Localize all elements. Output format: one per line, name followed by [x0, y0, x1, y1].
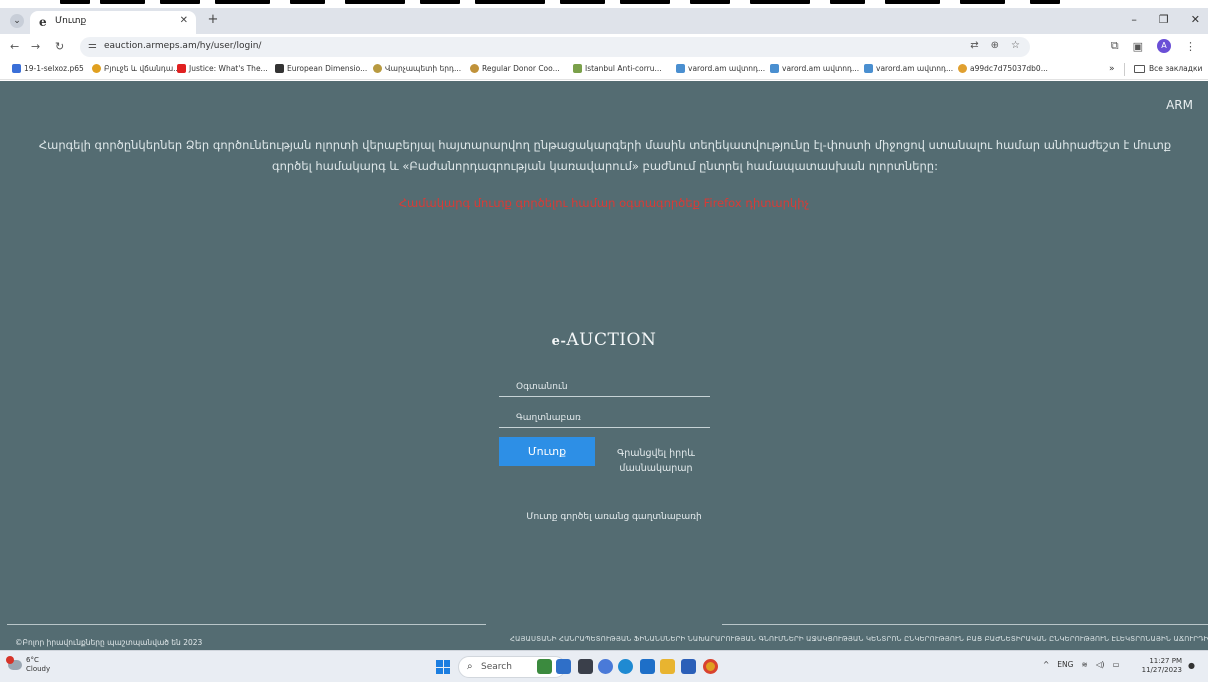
tab-title: Մուտք	[55, 16, 87, 26]
bookmark-item[interactable]: varord.am ավտոդ...	[864, 64, 953, 73]
address-bar: ← → ↻ ⚌ eauction.armeps.am/hy/user/login…	[0, 34, 1208, 60]
url-text[interactable]: eauction.armeps.am/hy/user/login/	[104, 41, 261, 51]
bookmark-favicon-icon	[373, 64, 382, 73]
bookmarks-divider	[1124, 63, 1125, 76]
bookmark-item[interactable]: Վարչապետի երդ...	[373, 64, 461, 73]
omnibox[interactable]: ⚌ eauction.armeps.am/hy/user/login/ ⇄ ⊕ …	[80, 37, 1030, 57]
reload-icon[interactable]: ↻	[55, 40, 64, 53]
taskbar-search-label: Search	[481, 662, 512, 672]
wifi-icon[interactable]: ≋	[1081, 660, 1087, 669]
new-tab-button[interactable]: +	[205, 13, 221, 29]
chevron-up-icon[interactable]: ^	[1043, 660, 1049, 669]
side-panel-icon[interactable]: ▣	[1133, 40, 1143, 53]
window-close-icon[interactable]: ✕	[1191, 13, 1200, 26]
language-switch[interactable]: ARM	[1166, 98, 1193, 112]
bookmark-favicon-icon	[12, 64, 21, 73]
window-controls: – ❐ ✕	[1131, 13, 1200, 26]
username-input[interactable]	[499, 376, 710, 398]
clock-time: 11:27 PM	[1149, 657, 1182, 665]
edge-icon[interactable]	[618, 659, 633, 674]
windows-start-icon[interactable]	[436, 660, 450, 674]
bookmark-item[interactable]: Istanbul Anti-corru...	[573, 64, 662, 73]
bookmark-favicon-icon	[864, 64, 873, 73]
register-link[interactable]: Գրանցվել իրրև մասնակարար	[612, 446, 700, 476]
extensions-icon[interactable]: ⧉	[1111, 39, 1119, 53]
bookmark-item[interactable]: a99dc7d75037db0...	[958, 64, 1048, 73]
firefox-warning: Համակարգ մուտք գործելու համար օգտագործեք…	[398, 196, 810, 210]
footer-org-text: ՀԱՅԱՍՏԱՆԻ ՀԱՆՐԱՊԵՏՈՒԹՅԱՆ ՖԻՆԱՆՍՆԵՐԻ ՆԱԽԱ…	[510, 635, 1208, 643]
forward-icon[interactable]: →	[31, 40, 40, 53]
search-icon: ⌕	[467, 661, 473, 672]
tab-search-icon[interactable]: ⌄	[10, 14, 24, 28]
bookmark-star-icon[interactable]: ☆	[1011, 40, 1020, 51]
file-explorer-icon[interactable]	[660, 659, 675, 674]
bookmark-item[interactable]: European Dimensio...	[275, 64, 367, 73]
input-language[interactable]: ENG	[1057, 660, 1073, 669]
taskbar: 6°C Cloudy ⌕ Search ^ ENG ≋ ◁) ▭ 11:27 PM…	[0, 650, 1208, 682]
bookmark-favicon-icon	[958, 64, 967, 73]
translate-icon[interactable]: ⇄	[970, 40, 978, 51]
username-field-wrap	[499, 374, 710, 398]
bookmark-favicon-icon	[92, 64, 101, 73]
clock-date: 11/27/2023	[1141, 666, 1182, 674]
bookmark-favicon-icon	[770, 64, 779, 73]
weather-condition: Cloudy	[26, 665, 51, 673]
back-icon[interactable]: ←	[10, 40, 19, 53]
bookmark-item[interactable]: varord.am ավտոդ...	[676, 64, 765, 73]
password-input[interactable]	[499, 407, 710, 429]
chrome-icon[interactable]	[703, 659, 718, 674]
brand-prefix: e-	[551, 334, 567, 349]
password-field-wrap	[499, 405, 710, 429]
volume-icon[interactable]: ◁)	[1096, 660, 1105, 669]
profile-avatar[interactable]: A	[1157, 39, 1171, 53]
footer-divider	[722, 624, 1208, 625]
folder-icon	[1134, 64, 1145, 73]
cloud-icon	[6, 656, 22, 670]
zoom-icon[interactable]: ⊕	[991, 40, 999, 51]
tab-login[interactable]: e Մուտք ✕	[30, 11, 196, 34]
weather-temp: 6°C	[26, 656, 39, 664]
cropped-top-text	[0, 0, 1208, 8]
bookmarks-bar: 19-1-selxoz.p65 Բյուջե և վճանդա... Justi…	[0, 60, 1208, 80]
brand-name: AUCTION	[566, 330, 657, 350]
bookmark-favicon-icon	[275, 64, 284, 73]
copyright-text: ©Բոլոր իրավունքները պաշտպանված են 2023	[15, 638, 203, 647]
battery-icon[interactable]: ▭	[1112, 660, 1119, 669]
all-bookmarks-button[interactable]: Все закладки	[1134, 64, 1202, 73]
chat-icon[interactable]	[598, 659, 613, 674]
bookmark-item[interactable]: varord.am ավտոդ...	[770, 64, 859, 73]
minimize-icon[interactable]: –	[1131, 13, 1137, 26]
more-bookmarks-button[interactable]: »	[1109, 64, 1115, 74]
login-button[interactable]: Մուտք	[499, 437, 595, 466]
site-info-icon[interactable]: ⚌	[88, 40, 97, 51]
task-view-icon[interactable]	[578, 659, 593, 674]
bookmark-favicon-icon	[470, 64, 479, 73]
copilot-icon[interactable]	[537, 659, 552, 674]
system-tray: ^ ENG ≋ ◁) ▭	[1043, 660, 1120, 669]
passwordless-login-link[interactable]: Մուտք գործել առանց գաղտնաբառի	[499, 512, 729, 522]
bookmark-item[interactable]: Բյուջե և վճանդա...	[92, 64, 180, 73]
menu-icon[interactable]: ⋮	[1185, 40, 1196, 53]
bookmark-item[interactable]: Justice: What's The...	[177, 64, 268, 73]
subscription-notice: Հարգելի գործընկերներ Ձեր գործունեության …	[38, 138, 1172, 173]
bookmark-favicon-icon	[676, 64, 685, 73]
tab-close-icon[interactable]: ✕	[180, 15, 188, 26]
login-page: ARM Հարգելի գործընկերներ Ձեր գործունեութ…	[0, 81, 1208, 650]
brand-logo: e-AUCTION	[450, 330, 758, 350]
word-icon[interactable]	[681, 659, 696, 674]
youtube-icon	[177, 64, 186, 73]
bookmark-item[interactable]: 19-1-selxoz.p65	[12, 64, 84, 73]
clock[interactable]: 11:27 PM 11/27/2023	[1140, 657, 1182, 675]
store-icon[interactable]	[640, 659, 655, 674]
tab-strip: ⌄ e Մուտք ✕ + – ❐ ✕	[0, 8, 1208, 34]
weather-widget[interactable]: 6°C Cloudy	[6, 656, 51, 674]
ie-favicon-icon: e	[39, 15, 47, 29]
bookmark-item[interactable]: Regular Donor Coo...	[470, 64, 560, 73]
bookmark-favicon-icon	[573, 64, 582, 73]
footer-divider	[7, 624, 486, 625]
widgets-icon[interactable]	[556, 659, 571, 674]
restore-icon[interactable]: ❐	[1159, 13, 1169, 26]
notification-bell-icon[interactable]: ●	[1188, 661, 1198, 671]
